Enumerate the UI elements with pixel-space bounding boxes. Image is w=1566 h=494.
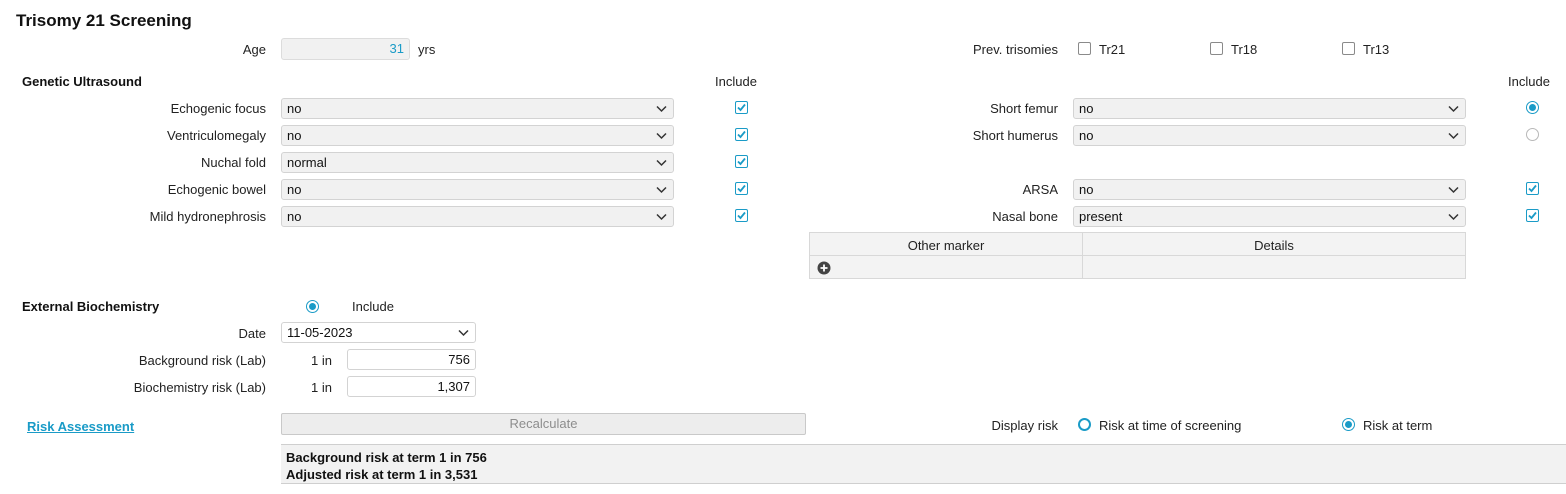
tr18-label: Tr18 bbox=[1231, 42, 1258, 57]
biochemistry-risk-prefix: 1 in bbox=[311, 380, 332, 395]
chevron-down-icon bbox=[656, 186, 667, 194]
age-unit: yrs bbox=[418, 42, 436, 57]
tr21-label: Tr21 bbox=[1099, 42, 1126, 57]
background-risk-label: Background risk (Lab) bbox=[138, 353, 266, 368]
chevron-down-icon bbox=[458, 329, 469, 337]
echogenic-focus-select[interactable]: no bbox=[281, 98, 674, 119]
arsa-include-checkbox[interactable] bbox=[1526, 182, 1539, 195]
background-risk-input[interactable]: 756 bbox=[347, 349, 476, 370]
echogenic-bowel-include-checkbox[interactable] bbox=[735, 182, 748, 195]
other-markers-table: Other marker Details bbox=[809, 232, 1466, 279]
nuchal-fold-include-checkbox[interactable] bbox=[735, 155, 748, 168]
short-humerus-include-radio[interactable] bbox=[1526, 128, 1539, 141]
biochemistry-include-radio[interactable] bbox=[306, 300, 319, 313]
short-femur-label: Short femur bbox=[990, 101, 1058, 116]
details-column-header: Details bbox=[1254, 238, 1294, 253]
mild-hydronephrosis-value: no bbox=[287, 209, 302, 224]
echogenic-bowel-select[interactable]: no bbox=[281, 179, 674, 200]
risk-assessment-link[interactable]: Risk Assessment bbox=[27, 419, 134, 434]
genetic-ultrasound-heading: Genetic Ultrasound bbox=[22, 74, 142, 89]
nasal-bone-label: Nasal bone bbox=[992, 209, 1058, 224]
date-label: Date bbox=[238, 326, 266, 341]
echogenic-bowel-label: Echogenic bowel bbox=[167, 182, 266, 197]
short-humerus-value: no bbox=[1079, 128, 1094, 143]
short-femur-include-radio[interactable] bbox=[1526, 101, 1539, 114]
background-risk-prefix: 1 in bbox=[311, 353, 332, 368]
ventriculomegaly-select[interactable]: no bbox=[281, 125, 674, 146]
chevron-down-icon bbox=[1448, 132, 1459, 140]
nasal-bone-include-checkbox[interactable] bbox=[1526, 209, 1539, 222]
tr13-checkbox[interactable] bbox=[1342, 42, 1355, 55]
check-icon bbox=[737, 130, 746, 139]
tr21-checkbox[interactable] bbox=[1078, 42, 1091, 55]
arsa-value: no bbox=[1079, 182, 1094, 197]
chevron-down-icon bbox=[1448, 186, 1459, 194]
short-humerus-label: Short humerus bbox=[972, 128, 1058, 143]
echogenic-focus-include-checkbox[interactable] bbox=[735, 101, 748, 114]
risk-time-of-screening-label: Risk at time of screening bbox=[1099, 418, 1242, 433]
date-value: 11-05-2023 bbox=[287, 325, 353, 340]
biochemistry-include-label: Include bbox=[352, 299, 394, 314]
check-icon bbox=[1528, 184, 1537, 193]
nasal-bone-value: present bbox=[1079, 209, 1123, 224]
chevron-down-icon bbox=[1448, 213, 1459, 221]
short-humerus-select[interactable]: no bbox=[1073, 125, 1466, 146]
nasal-bone-select[interactable]: present bbox=[1073, 206, 1466, 227]
chevron-down-icon bbox=[1448, 105, 1459, 113]
check-icon bbox=[737, 157, 746, 166]
risk-at-term-radio[interactable] bbox=[1342, 418, 1355, 431]
mild-hydronephrosis-label: Mild hydronephrosis bbox=[149, 209, 266, 224]
header-divider bbox=[810, 255, 1465, 256]
mild-hydronephrosis-select[interactable]: no bbox=[281, 206, 674, 227]
add-row-icon[interactable] bbox=[817, 261, 831, 275]
echogenic-bowel-value: no bbox=[287, 182, 302, 197]
risk-results-panel: Background risk at term 1 in 756 Adjuste… bbox=[281, 444, 1566, 484]
age-field: 31 bbox=[281, 38, 410, 60]
check-icon bbox=[737, 184, 746, 193]
biochemistry-risk-input[interactable]: 1,307 bbox=[347, 376, 476, 397]
prev-trisomies-label: Prev. trisomies bbox=[973, 42, 1058, 57]
check-icon bbox=[737, 211, 746, 220]
age-label: Age bbox=[242, 42, 266, 57]
short-femur-value: no bbox=[1079, 101, 1094, 116]
nuchal-fold-select[interactable]: normal bbox=[281, 152, 674, 173]
tr13-label: Tr13 bbox=[1363, 42, 1390, 57]
arsa-label: ARSA bbox=[1022, 182, 1058, 197]
include-header-right: Include bbox=[1508, 74, 1550, 89]
chevron-down-icon bbox=[656, 105, 667, 113]
external-biochemistry-heading: External Biochemistry bbox=[22, 299, 160, 314]
echogenic-focus-label: Echogenic focus bbox=[170, 101, 266, 116]
risk-at-term-label: Risk at term bbox=[1363, 418, 1433, 433]
check-icon bbox=[737, 103, 746, 112]
arsa-select[interactable]: no bbox=[1073, 179, 1466, 200]
nuchal-fold-label: Nuchal fold bbox=[200, 155, 266, 170]
nuchal-fold-value: normal bbox=[287, 155, 327, 170]
check-icon bbox=[1528, 211, 1537, 220]
adjusted-risk-result: Adjusted risk at term 1 in 3,531 bbox=[286, 467, 478, 482]
include-header-left: Include bbox=[715, 74, 757, 89]
ventriculomegaly-value: no bbox=[287, 128, 302, 143]
mild-hydronephrosis-include-checkbox[interactable] bbox=[735, 209, 748, 222]
display-risk-label: Display risk bbox=[991, 418, 1058, 433]
date-picker[interactable]: 11-05-2023 bbox=[281, 322, 476, 343]
risk-time-of-screening-radio[interactable] bbox=[1078, 418, 1091, 431]
page-title: Trisomy 21 Screening bbox=[16, 11, 192, 30]
recalculate-button[interactable]: Recalculate bbox=[281, 413, 806, 435]
echogenic-focus-value: no bbox=[287, 101, 302, 116]
ventriculomegaly-label: Ventriculomegaly bbox=[167, 128, 266, 143]
biochemistry-risk-label: Biochemistry risk (Lab) bbox=[133, 380, 266, 395]
chevron-down-icon bbox=[656, 132, 667, 140]
background-risk-result: Background risk at term 1 in 756 bbox=[286, 450, 487, 465]
other-marker-column-header: Other marker bbox=[907, 238, 985, 253]
short-femur-select[interactable]: no bbox=[1073, 98, 1466, 119]
chevron-down-icon bbox=[656, 213, 667, 221]
ventriculomegaly-include-checkbox[interactable] bbox=[735, 128, 748, 141]
tr18-checkbox[interactable] bbox=[1210, 42, 1223, 55]
chevron-down-icon bbox=[656, 159, 667, 167]
